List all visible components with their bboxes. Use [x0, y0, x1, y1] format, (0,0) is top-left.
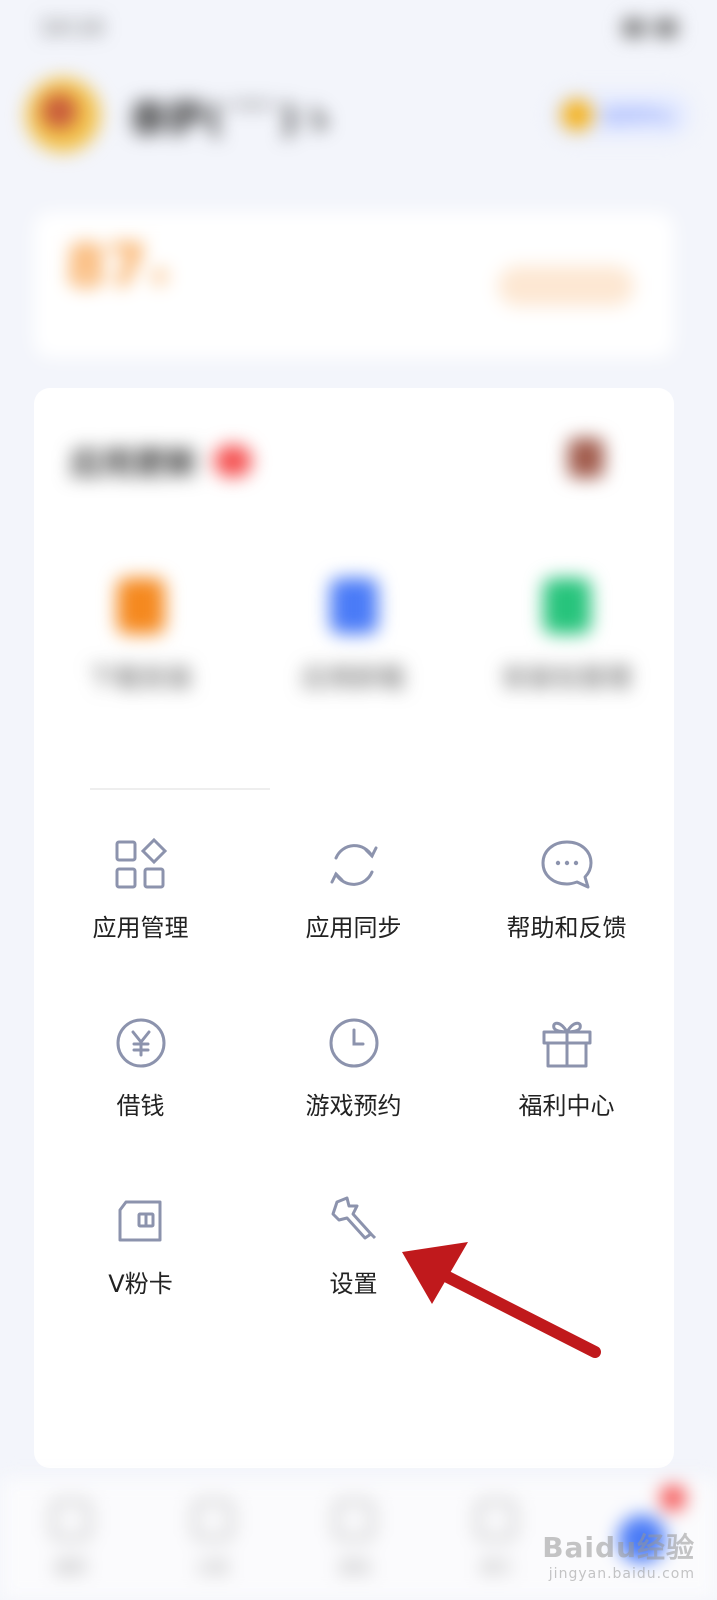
tool-label: 福利中心 [518, 1092, 615, 1120]
clock-icon [329, 1018, 378, 1068]
package-icon [542, 578, 591, 634]
quick-action-download[interactable]: 下载安装 [34, 578, 247, 695]
gift-icon [542, 1021, 591, 1068]
notification-dot [660, 1485, 687, 1511]
sync-icon [330, 844, 377, 886]
category-icon [192, 1500, 233, 1540]
yuan-coin-icon [116, 1018, 165, 1068]
nav-label: 分类 [196, 1558, 229, 1577]
chat-bubble-icon [541, 840, 592, 889]
grid-apps-icon [115, 837, 167, 889]
wifi-icon [623, 19, 645, 37]
tools-grid: 应用管理 应用同步 帮助和反馈 借钱 游戏预约 福利中心 V粉卡 设置 [34, 820, 674, 1354]
score-card[interactable]: 87+ [34, 212, 674, 358]
tool-label: 应用同步 [305, 914, 402, 942]
tool-label: 设置 [329, 1270, 378, 1298]
tool-label: 应用管理 [92, 914, 189, 942]
gamepad-icon [334, 1500, 375, 1540]
baidu-jingyan-watermark: Baidu经验 jingyan.baidu.com [542, 1531, 695, 1582]
nav-category[interactable]: 分类 [192, 1500, 233, 1578]
app-updates-header[interactable]: 应用更新 [70, 438, 253, 484]
tool-vfan-card[interactable]: V粉卡 [34, 1176, 247, 1354]
quick-action-label: 安装包管理 [501, 664, 632, 694]
nav-label: 排行 [480, 1558, 513, 1577]
status-icons [623, 19, 677, 37]
tool-label: 借钱 [116, 1092, 165, 1120]
tool-app-management[interactable]: 应用管理 [34, 820, 247, 998]
quick-action-label: 下载安装 [88, 664, 193, 694]
member-center-button[interactable]: 会员中心 [551, 92, 691, 138]
tool-help-feedback[interactable]: 帮助和反馈 [460, 820, 673, 998]
ranking-icon [476, 1500, 517, 1540]
tool-welfare-center[interactable]: 福利中心 [460, 998, 673, 1176]
trash-icon [329, 578, 378, 634]
coin-icon [561, 99, 593, 131]
quick-actions-row: 下载安装 应用卸载 安装包管理 [34, 578, 674, 695]
quick-action-uninstall[interactable]: 应用卸载 [247, 578, 460, 695]
sim-card-icon [118, 1200, 161, 1242]
profile-header[interactable]: 泰萨(ˊˇˋ)ゝ 会员中心 [0, 60, 717, 170]
nav-ranking[interactable]: 排行 [476, 1500, 517, 1578]
score-action-button[interactable] [498, 266, 634, 306]
nav-games[interactable]: 游戏 [334, 1500, 375, 1578]
nav-recommend[interactable]: 推荐 [50, 1500, 91, 1578]
tool-label: V粉卡 [108, 1270, 173, 1298]
status-time: 14:14 [40, 15, 104, 41]
battery-icon [655, 19, 677, 37]
update-count-badge [214, 445, 253, 477]
quick-action-packages[interactable]: 安装包管理 [460, 578, 673, 695]
wrench-icon [331, 1196, 376, 1240]
nav-label: 推荐 [54, 1558, 87, 1577]
nav-label: 游戏 [338, 1558, 371, 1577]
divider [90, 788, 270, 790]
profile-name: 泰萨(ˊˇˋ)ゝ [130, 96, 336, 141]
app-screen: 14:14 泰萨(ˊˇˋ)ゝ 会员中心 87+ 应用更新 下载安装 应用卸载 安… [0, 0, 717, 1600]
tool-game-reservation[interactable]: 游戏预约 [247, 998, 460, 1176]
tool-loan[interactable]: 借钱 [34, 998, 247, 1176]
tool-label: 游戏预约 [305, 1092, 402, 1120]
status-bar: 14:14 [0, 0, 717, 56]
tool-app-sync[interactable]: 应用同步 [247, 820, 460, 998]
tool-label: 帮助和反馈 [506, 914, 627, 942]
avatar[interactable] [26, 78, 100, 152]
download-icon [116, 578, 165, 634]
update-app-thumbnail[interactable] [568, 438, 604, 478]
tool-settings[interactable]: 设置 [247, 1176, 460, 1354]
member-center-label: 会员中心 [603, 106, 675, 127]
score-value: 87+ [66, 232, 172, 300]
app-updates-title: 应用更新 [70, 444, 199, 482]
quick-action-label: 应用卸载 [301, 664, 406, 694]
heart-icon [50, 1500, 91, 1540]
